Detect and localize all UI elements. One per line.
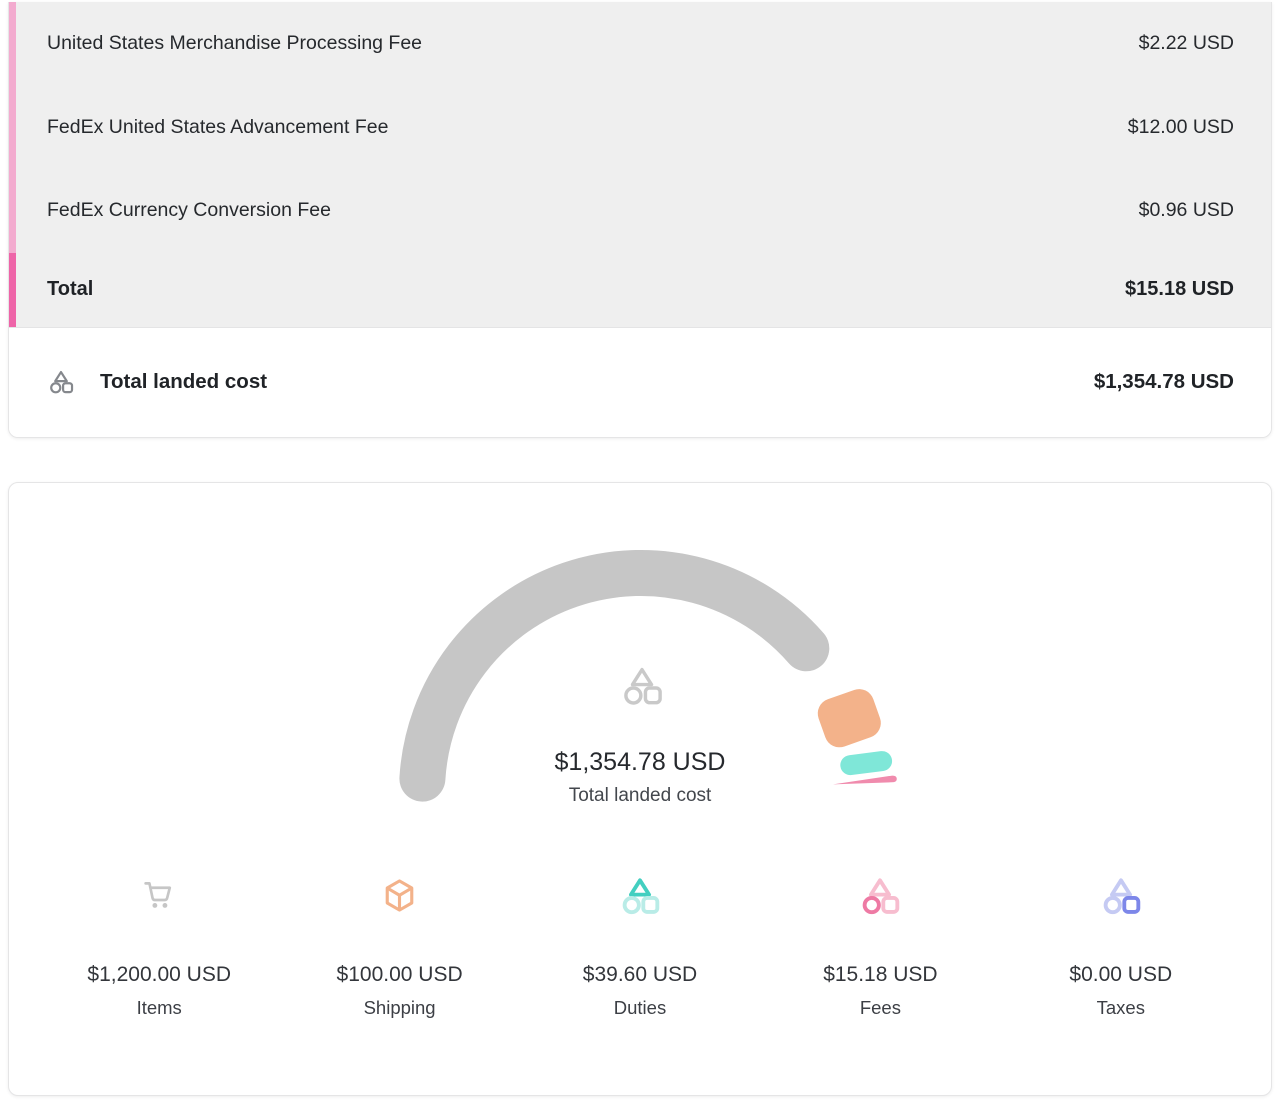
legend-value: $15.18 USD <box>823 963 937 987</box>
legend-label: Duties <box>614 997 666 1019</box>
fee-row: FedEx United States Advancement Fee $12.… <box>9 86 1271 170</box>
fee-amount: $2.22 USD <box>1139 32 1234 55</box>
landed-cost-shapes-icon <box>619 663 665 709</box>
fee-label: FedEx Currency Conversion Fee <box>47 199 331 222</box>
taxes-shapes-icon <box>1097 874 1145 918</box>
fee-amount: $12.00 USD <box>1128 116 1234 139</box>
landed-cost-amount: $1,354.78 USD <box>1094 370 1234 394</box>
landed-cost-label: Total landed cost <box>100 370 267 394</box>
fee-label: FedEx United States Advancement Fee <box>47 116 388 139</box>
gauge-total-value: $1,354.78 USD <box>9 748 1271 777</box>
fee-row: FedEx Currency Conversion Fee $0.96 USD <box>9 169 1271 253</box>
legend-item-shipping: $100.00 USD Shipping <box>279 871 519 1019</box>
fee-label: United States Merchandise Processing Fee <box>47 32 422 55</box>
fee-row: United States Merchandise Processing Fee… <box>9 2 1271 86</box>
cart-icon <box>141 877 178 914</box>
legend-label: Fees <box>860 997 901 1019</box>
legend-item-fees: $15.18 USD Fees <box>760 871 1000 1019</box>
legend-value: $1,200.00 USD <box>87 963 231 987</box>
fees-total-label: Total <box>47 278 93 301</box>
landed-cost-shapes-icon <box>47 368 75 396</box>
fees-total-row: Total $15.18 USD <box>9 253 1271 327</box>
fees-accent-rows <box>9 2 16 253</box>
fees-total-amount: $15.18 USD <box>1125 278 1234 301</box>
fees-table: United States Merchandise Processing Fee… <box>9 2 1271 327</box>
gauge-segment-shipping <box>814 685 885 751</box>
fees-breakdown-card: United States Merchandise Processing Fee… <box>8 2 1272 438</box>
legend-value: $39.60 USD <box>583 963 697 987</box>
gauge-subtitle: Total landed cost <box>9 785 1271 807</box>
landed-cost-summary-card: $1,354.78 USD Total landed cost $1,200.0… <box>8 482 1272 1096</box>
package-icon <box>381 877 418 914</box>
legend-item-duties: $39.60 USD Duties <box>520 871 760 1019</box>
total-landed-cost-row: Total landed cost $1,354.78 USD <box>9 327 1271 437</box>
legend-value: $100.00 USD <box>337 963 463 987</box>
landed-cost-page: United States Merchandise Processing Fee… <box>0 0 1280 1096</box>
legend-label: Items <box>137 997 182 1019</box>
fees-accent-bar <box>9 2 16 327</box>
cost-legend: $1,200.00 USD Items $100.00 USD Shipping <box>39 871 1241 1019</box>
legend-label: Taxes <box>1097 997 1145 1019</box>
legend-label: Shipping <box>364 997 436 1019</box>
legend-item-taxes: $0.00 USD Taxes <box>1001 871 1241 1019</box>
legend-item-items: $1,200.00 USD Items <box>39 871 279 1019</box>
fee-amount: $0.96 USD <box>1139 199 1234 222</box>
fees-accent-total <box>9 253 16 327</box>
fees-shapes-icon <box>856 874 904 918</box>
legend-value: $0.00 USD <box>1069 963 1172 987</box>
duties-shapes-icon <box>616 874 664 918</box>
